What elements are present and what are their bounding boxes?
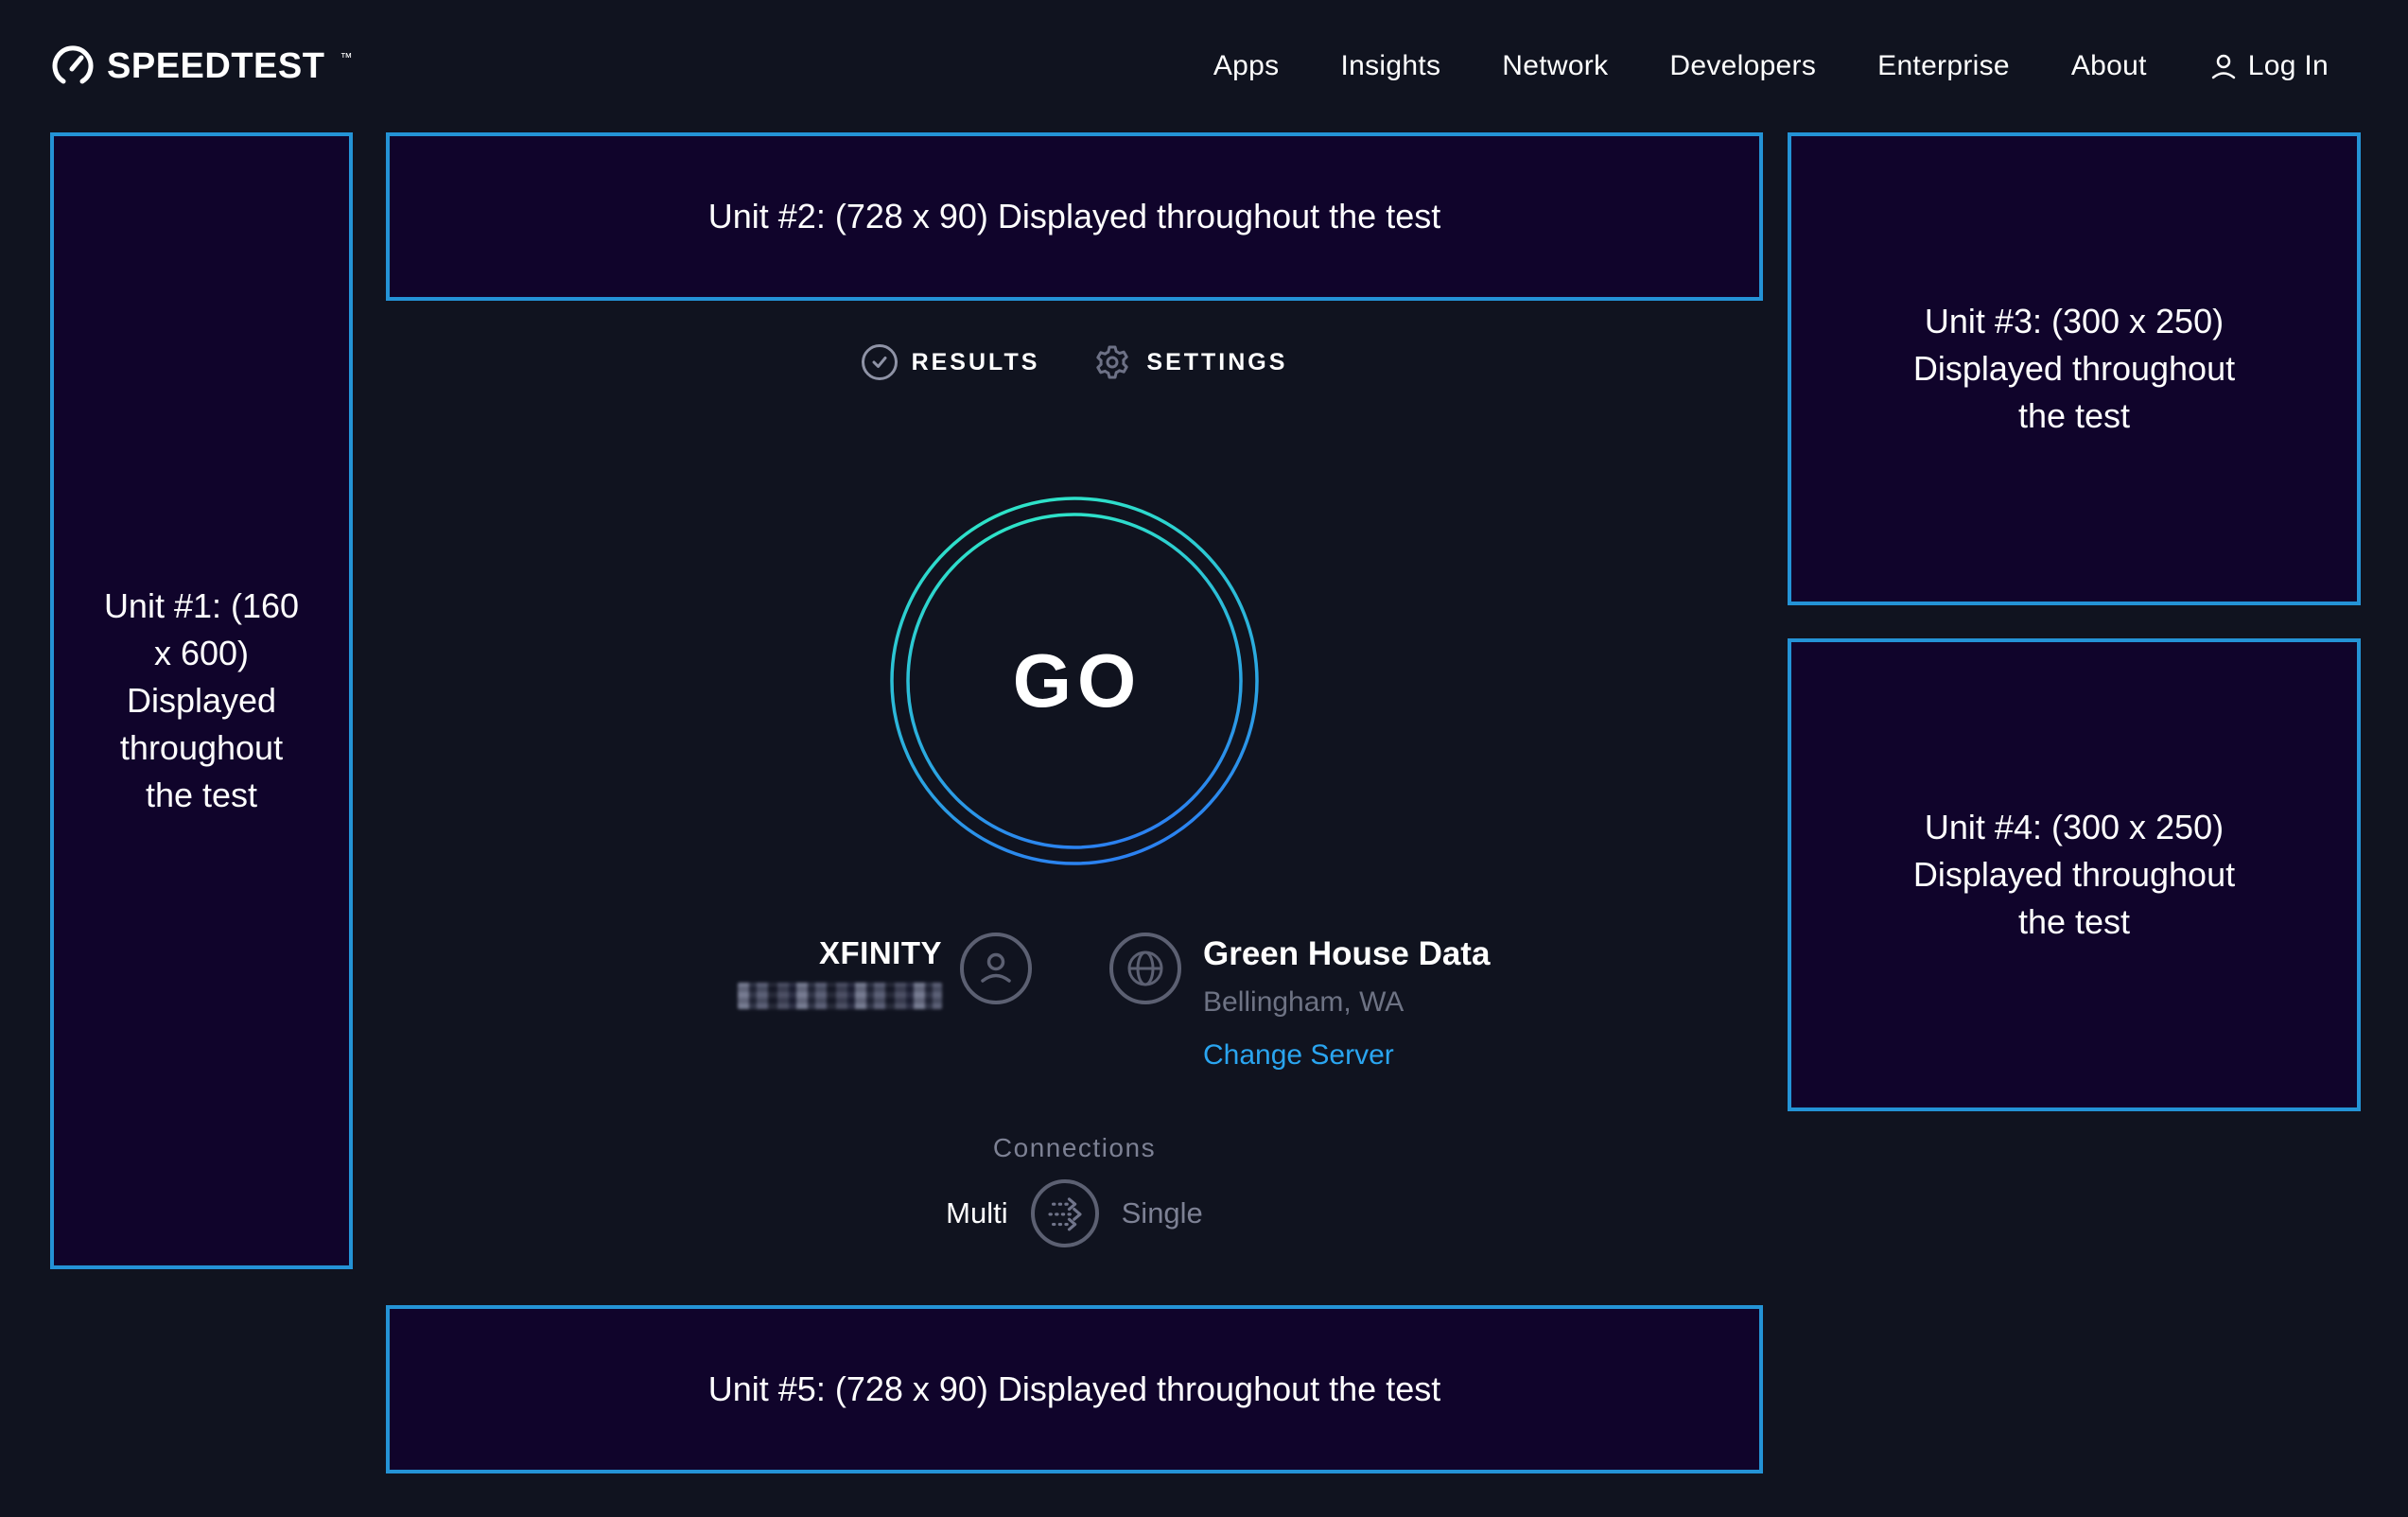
check-circle-icon <box>862 344 898 380</box>
tab-settings-label: SETTINGS <box>1146 349 1287 376</box>
nav-item-network[interactable]: Network <box>1502 50 1608 82</box>
nav-item-enterprise[interactable]: Enterprise <box>1877 50 2010 82</box>
user-icon <box>2208 51 2239 81</box>
globe-icon <box>1109 933 1181 1004</box>
tabs: RESULTS SETTINGS <box>386 342 1763 382</box>
login-label: Log In <box>2248 50 2329 82</box>
server-info: Green House Data Bellingham, WA Change S… <box>1203 935 1490 1072</box>
isp-info: XFINITY <box>738 935 942 1009</box>
multi-arrows-icon <box>1035 1183 1095 1244</box>
logo-text: SPEEDTEST <box>107 48 324 84</box>
connection-mode-single[interactable]: Single <box>1122 1196 1203 1230</box>
trademark-mark: ™ <box>340 51 352 63</box>
ad-unit-5-text: Unit #5: (728 x 90) Displayed throughout… <box>708 1366 1440 1413</box>
site-header: SPEEDTEST ™ Apps Insights Network Develo… <box>0 0 2408 132</box>
ad-unit-4[interactable]: Unit #4: (300 x 250) Displayed throughou… <box>1788 638 2361 1111</box>
ad-unit-4-text: Unit #4: (300 x 250) Displayed throughou… <box>1886 804 2262 946</box>
speedometer-icon <box>52 45 94 87</box>
ad-unit-2-text: Unit #2: (728 x 90) Displayed throughout… <box>708 193 1440 240</box>
login-button[interactable]: Log In <box>2208 50 2329 82</box>
ad-unit-2[interactable]: Unit #2: (728 x 90) Displayed throughout… <box>386 132 1763 301</box>
page-root: SPEEDTEST ™ Apps Insights Network Develo… <box>0 0 2408 1517</box>
change-server-link[interactable]: Change Server <box>1203 1039 1394 1072</box>
server-name: Green House Data <box>1203 935 1490 973</box>
ad-unit-3-text: Unit #3: (300 x 250) Displayed throughou… <box>1886 298 2262 440</box>
nav-item-apps[interactable]: Apps <box>1213 50 1280 82</box>
ad-unit-3[interactable]: Unit #3: (300 x 250) Displayed throughou… <box>1788 132 2361 605</box>
redacted-ip <box>738 983 942 1009</box>
primary-nav: Apps Insights Network Developers Enterpr… <box>1213 50 2147 82</box>
ad-unit-1[interactable]: Unit #1: (160 x 600) Displayed throughou… <box>50 132 353 1269</box>
ad-unit-5[interactable]: Unit #5: (728 x 90) Displayed throughout… <box>386 1305 1763 1473</box>
go-label: GO <box>1007 637 1142 724</box>
connections-toggle-button[interactable] <box>1031 1179 1099 1247</box>
speedtest-logo[interactable]: SPEEDTEST ™ <box>52 45 352 87</box>
connection-toggle: Multi Single <box>386 1179 1763 1247</box>
nav-item-about[interactable]: About <box>2071 50 2147 82</box>
tab-settings[interactable]: SETTINGS <box>1092 342 1287 382</box>
person-icon <box>960 933 1032 1004</box>
center-column: Unit #2: (728 x 90) Displayed throughout… <box>386 132 1763 1517</box>
gear-icon <box>1092 342 1132 382</box>
tab-results[interactable]: RESULTS <box>862 344 1040 380</box>
nav-item-developers[interactable]: Developers <box>1669 50 1816 82</box>
server-location: Bellingham, WA <box>1203 986 1490 1019</box>
ad-unit-1-text: Unit #1: (160 x 600) Displayed throughou… <box>103 583 300 819</box>
go-button[interactable]: GO <box>885 492 1264 870</box>
nav-item-insights[interactable]: Insights <box>1340 50 1440 82</box>
tab-results-label: RESULTS <box>912 349 1040 376</box>
connections-label: Connections <box>386 1133 1763 1163</box>
isp-name: XFINITY <box>738 935 942 971</box>
connection-mode-multi[interactable]: Multi <box>946 1196 1007 1230</box>
